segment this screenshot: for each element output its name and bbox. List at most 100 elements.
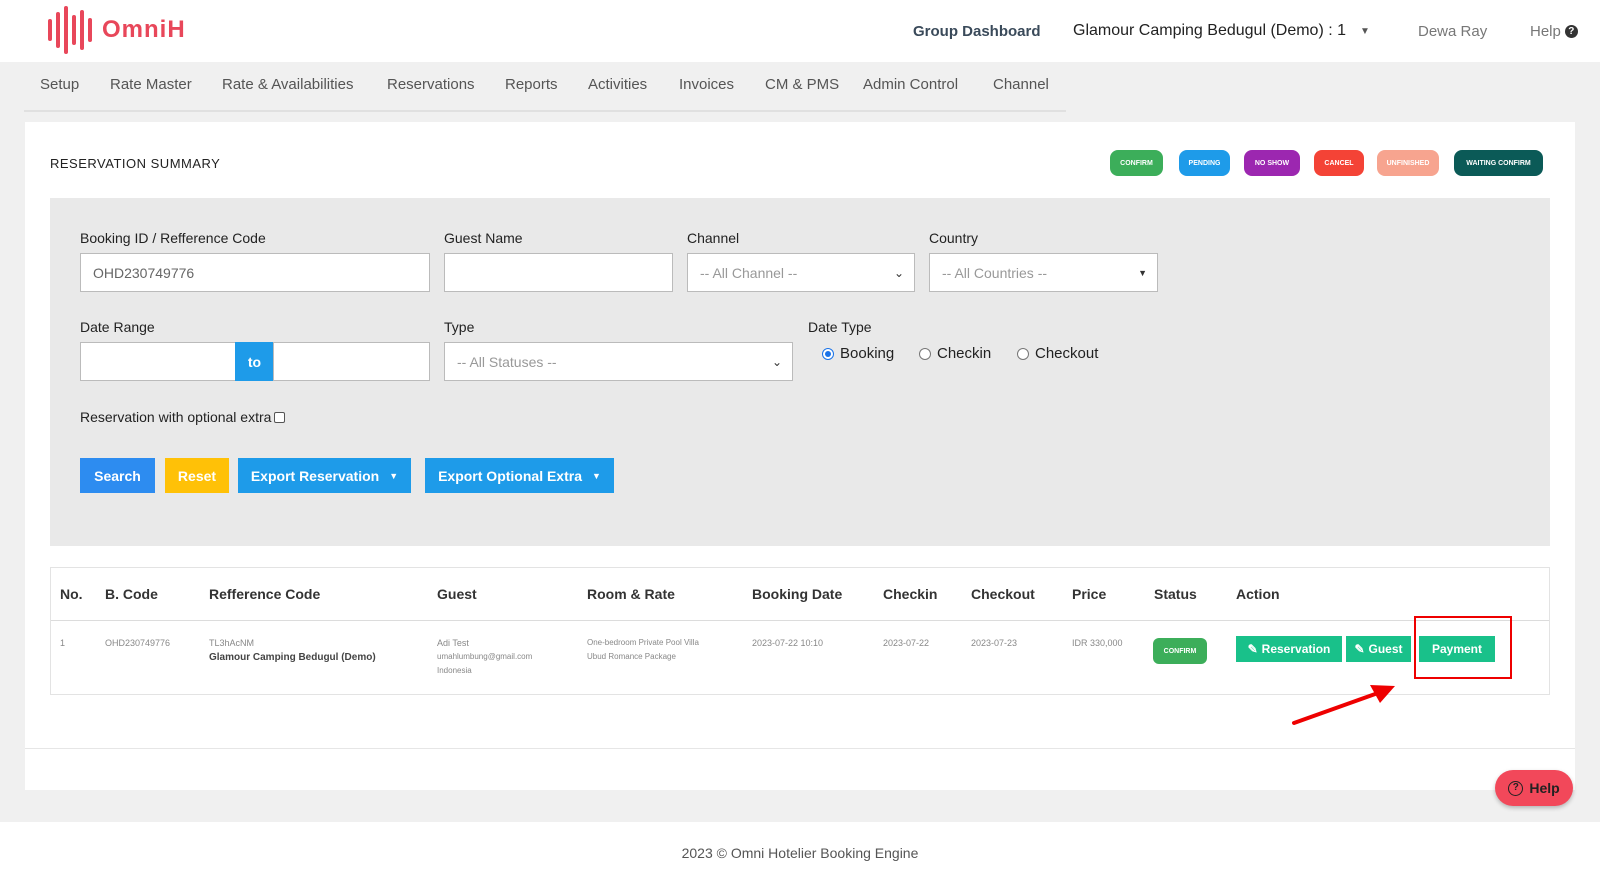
col-header-checkin: Checkin <box>883 586 938 602</box>
legend-cancel-badge: CANCEL <box>1314 150 1364 176</box>
edit-reservation-label: Reservation <box>1261 642 1331 656</box>
date-range-end-input[interactable] <box>273 342 430 381</box>
col-header-no: No. <box>60 586 83 602</box>
caret-down-icon: ▼ <box>389 470 399 481</box>
col-header-action: Action <box>1236 586 1280 602</box>
cell-price: IDR 330,000 <box>1072 638 1123 648</box>
optional-extra-checkbox[interactable] <box>274 411 286 423</box>
floating-help-label: Help <box>1529 780 1560 796</box>
legend-unfinished-badge: UNFINISHED <box>1377 150 1439 176</box>
date-type-checkout-label: Checkout <box>1035 345 1099 362</box>
cell-property-name: Glamour Camping Bedugul (Demo) <box>209 652 376 663</box>
export-reservation-button[interactable]: Export Reservation ▼ <box>238 458 411 493</box>
booking-id-value: OHD230749776 <box>93 264 195 281</box>
guest-name-input[interactable] <box>444 253 673 292</box>
card-divider <box>25 748 1575 749</box>
logo-text: OmniH <box>102 16 186 43</box>
user-menu[interactable]: Dewa Ray <box>1418 20 1487 42</box>
question-circle-icon: ? <box>1564 24 1578 38</box>
cell-no: 1 <box>60 638 66 648</box>
cell-checkout: 2023-07-23 <box>971 638 1018 648</box>
date-type-checkin-label: Checkin <box>937 345 992 362</box>
edit-reservation-button[interactable]: ✎ Reservation <box>1236 636 1342 662</box>
edit-guest-button[interactable]: ✎ Guest <box>1346 636 1411 662</box>
country-value: -- All Countries -- <box>942 264 1048 281</box>
nav-item-setup[interactable]: Setup <box>40 76 79 93</box>
red-arrow-annotation <box>1292 685 1395 725</box>
property-name: Glamour Camping Bedugul (Demo) : 1 <box>1073 22 1347 39</box>
legend-confirm-badge: CONFIRM <box>1110 150 1163 176</box>
help-label: Help <box>1530 22 1561 40</box>
property-selector[interactable]: Glamour Camping Bedugul (Demo) : 1 ▼ <box>1073 20 1370 42</box>
channel-value: -- All Channel -- <box>700 264 798 281</box>
nav-item-reservations[interactable]: Reservations <box>387 76 475 93</box>
booking-id-input[interactable]: OHD230749776 <box>80 253 430 292</box>
pencil-icon: ✎ <box>1247 642 1258 656</box>
optional-extra-label: Reservation with optional extra <box>80 409 272 425</box>
nav-item-activities[interactable]: Activities <box>588 76 647 93</box>
export-optional-extra-label: Export Optional Extra <box>438 467 582 484</box>
type-select[interactable]: -- All Statuses -- ⌄ <box>444 342 793 381</box>
status-badge: CONFIRM <box>1153 638 1207 664</box>
radio-checked-icon <box>822 347 834 360</box>
cell-guest-name: Adi Test <box>437 638 469 648</box>
legend-no-show-badge: NO SHOW <box>1244 150 1300 176</box>
top-bar: OmniH Group Dashboard Glamour Camping Be… <box>0 0 1600 62</box>
date-range-label: Date Range <box>80 319 155 335</box>
country-select[interactable]: -- All Countries -- ▼ <box>929 253 1158 292</box>
type-value: -- All Statuses -- <box>457 353 557 370</box>
date-range-start-input[interactable] <box>80 342 236 381</box>
radio-unchecked-icon <box>1017 347 1029 360</box>
group-dashboard-link[interactable]: Group Dashboard <box>913 20 1041 42</box>
caret-down-icon: ▼ <box>1360 25 1370 37</box>
chevron-down-icon: ⌄ <box>771 354 782 369</box>
help-link[interactable]: Help ? <box>1530 20 1578 42</box>
nav-item-cm-pms[interactable]: CM & PMS <box>765 76 839 93</box>
col-header-booking-date: Booking Date <box>752 586 843 602</box>
cell-rate: Ubud Romance Package <box>587 652 676 661</box>
col-header-checkout: Checkout <box>971 586 1035 602</box>
col-header-status: Status <box>1154 586 1197 602</box>
cell-guest-email: umahlumbung@gmail.com <box>437 652 533 661</box>
edit-guest-label: Guest <box>1368 642 1403 656</box>
page-title: RESERVATION SUMMARY <box>50 156 221 171</box>
channel-select[interactable]: -- All Channel -- ⌄ <box>687 253 915 292</box>
question-circle-icon: ? <box>1508 780 1524 796</box>
table-header-divider <box>51 620 1549 621</box>
nav-item-admin-control[interactable]: Admin Control <box>863 76 958 93</box>
booking-id-label: Booking ID / Refference Code <box>80 230 266 246</box>
omnih-logo[interactable]: OmniH <box>48 6 186 54</box>
date-range-to-addon: to <box>235 342 274 381</box>
cell-guest-country: Indonesia <box>437 666 472 675</box>
date-type-booking-radio[interactable]: Booking <box>822 345 894 362</box>
cell-property: Glamour Camping Bedugul (Demo) <box>209 650 376 665</box>
col-header-b-code: B. Code <box>105 586 158 602</box>
date-type-checkout-radio[interactable]: Checkout <box>1017 345 1098 362</box>
cell-checkin: 2023-07-22 <box>883 638 930 648</box>
col-header-room-rate: Room & Rate <box>587 586 675 602</box>
cell-b-code: OHD230749776 <box>105 638 171 648</box>
caret-down-icon: ▼ <box>592 470 601 481</box>
floating-help-button[interactable]: ? Help <box>1495 770 1573 806</box>
payment-highlight-box <box>1414 616 1512 679</box>
nav-item-rate-master[interactable]: Rate Master <box>110 76 192 93</box>
export-optional-extra-button[interactable]: Export Optional Extra ▼ <box>425 458 614 493</box>
caret-down-icon: ▼ <box>1138 267 1147 278</box>
nav-item-channel[interactable]: Channel <box>993 76 1049 93</box>
type-label: Type <box>444 319 475 335</box>
channel-label: Channel <box>687 230 740 246</box>
reset-button[interactable]: Reset <box>165 458 229 493</box>
pencil-icon: ✎ <box>1354 642 1365 656</box>
date-type-checkin-radio[interactable]: Checkin <box>919 345 991 362</box>
footer-copyright: 2023 © Omni Hotelier Booking Engine <box>681 845 919 861</box>
nav-item-reports[interactable]: Reports <box>505 76 558 93</box>
nav-item-rate-availabilities[interactable]: Rate & Availabilities <box>222 76 353 93</box>
legend-waiting-confirm-badge: WAITING CONFIRM <box>1454 150 1543 176</box>
nav-item-invoices[interactable]: Invoices <box>679 76 734 93</box>
guest-name-label: Guest Name <box>444 230 523 246</box>
main-nav: Setup Rate Master Rate & Availabilities … <box>0 62 1600 112</box>
radio-unchecked-icon <box>919 347 931 360</box>
date-type-label: Date Type <box>808 319 872 335</box>
search-button[interactable]: Search <box>80 458 155 493</box>
col-header-price: Price <box>1072 586 1107 602</box>
